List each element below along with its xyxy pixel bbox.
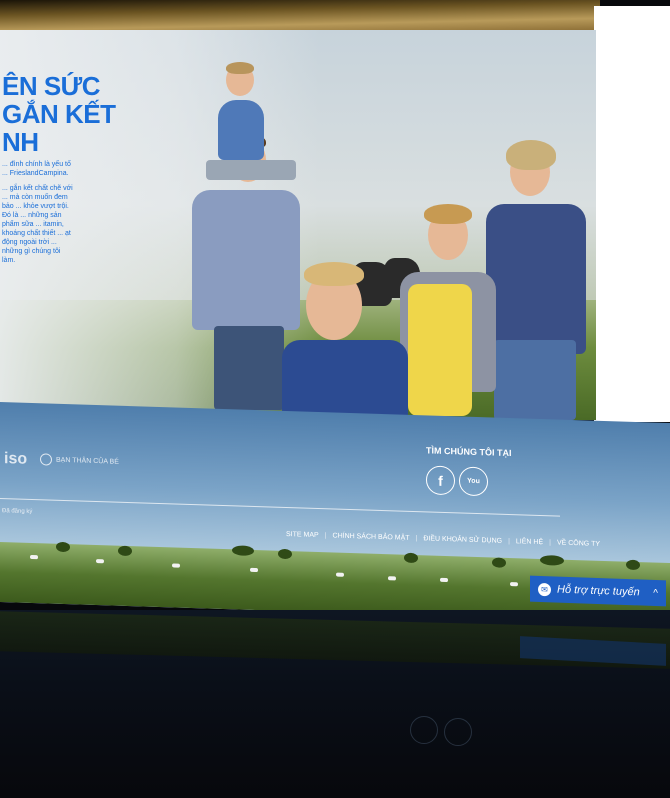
footer-link-privacy[interactable]: CHÍNH SÁCH BẢO MẬT bbox=[333, 532, 410, 541]
reflected-social-icon bbox=[444, 718, 472, 746]
footer-links: SITE MAP | CHÍNH SÁCH BẢO MẬT | ĐIỀU KHO… bbox=[286, 531, 600, 548]
brand-logo[interactable]: iso bbox=[4, 450, 27, 469]
cow-dot bbox=[96, 559, 104, 564]
link-separator: | bbox=[324, 532, 327, 540]
find-us-heading: TÌM CHÚNG TÔI TẠI bbox=[426, 445, 512, 459]
footer-divider bbox=[0, 498, 560, 517]
page-reflection bbox=[0, 610, 670, 798]
link-separator: | bbox=[549, 539, 551, 547]
tree-shape bbox=[232, 545, 254, 556]
cow-dot bbox=[30, 554, 38, 560]
footer-link-sitemap[interactable]: SITE MAP bbox=[286, 531, 319, 539]
hero-title-line-2: GẮN KẾT bbox=[2, 99, 116, 129]
hero-banner: ÊN SỨC GẮN KẾT NH ... đình chính là yếu … bbox=[0, 30, 596, 420]
tree-shape bbox=[118, 545, 132, 557]
chat-label: Hỗ trợ trực tuyến bbox=[557, 583, 640, 599]
partner-logo-icon bbox=[40, 453, 52, 466]
tree-shape bbox=[626, 559, 640, 571]
tree-shape bbox=[492, 557, 506, 568]
hero-title-line-3: NH bbox=[2, 127, 39, 157]
cow-dot bbox=[250, 567, 258, 573]
hero-description: ... đình chính là yếu tố ... FrieslandCa… bbox=[2, 160, 74, 271]
chevron-up-icon: ^ bbox=[653, 587, 658, 599]
cow-dot bbox=[510, 582, 518, 587]
facebook-icon[interactable]: f bbox=[426, 465, 455, 496]
side-white-panel bbox=[594, 6, 670, 422]
cow-dot bbox=[440, 577, 448, 583]
tree-shape bbox=[56, 541, 70, 553]
youtube-icon[interactable]: You bbox=[459, 466, 488, 497]
link-separator: | bbox=[508, 537, 510, 546]
footer-link-terms[interactable]: ĐIỀU KHOẢN SỬ DỤNG bbox=[423, 535, 502, 544]
cow-dot bbox=[172, 563, 180, 568]
partner-logo-text: BẠN THÂN CỦA BÉ bbox=[56, 456, 119, 466]
cow-dot bbox=[336, 572, 344, 577]
partner-logo[interactable]: BẠN THÂN CỦA BÉ bbox=[40, 453, 119, 467]
tree-shape bbox=[540, 554, 564, 566]
tree-shape bbox=[404, 552, 418, 564]
online-support-chat-button[interactable]: ✉ Hỗ trợ trực tuyến ^ bbox=[530, 575, 666, 607]
reflected-social-icon bbox=[410, 716, 438, 744]
footer-link-about[interactable]: VỀ CÔNG TY bbox=[557, 540, 600, 548]
footer-link-contact[interactable]: LIÊN HỆ bbox=[516, 538, 543, 546]
tree-shape bbox=[278, 548, 292, 560]
hero-paragraph-2: ... gắn kết chất chẽ với ... mà còn muốn… bbox=[2, 185, 73, 264]
messenger-icon: ✉ bbox=[538, 582, 551, 596]
hero-title-line-1: ÊN SỨC bbox=[2, 71, 101, 101]
social-links: f You bbox=[426, 465, 488, 497]
hero-title: ÊN SỨC GẮN KẾT NH bbox=[2, 72, 116, 156]
link-separator: | bbox=[415, 535, 418, 543]
copyright-text: Đã đăng ký bbox=[2, 508, 33, 516]
hero-paragraph-1: ... đình chính là yếu tố ... FrieslandCa… bbox=[2, 161, 71, 177]
page-screenshot: ÊN SỨC GẮN KẾT NH ... đình chính là yếu … bbox=[0, 0, 670, 798]
cow-dot bbox=[388, 576, 396, 581]
